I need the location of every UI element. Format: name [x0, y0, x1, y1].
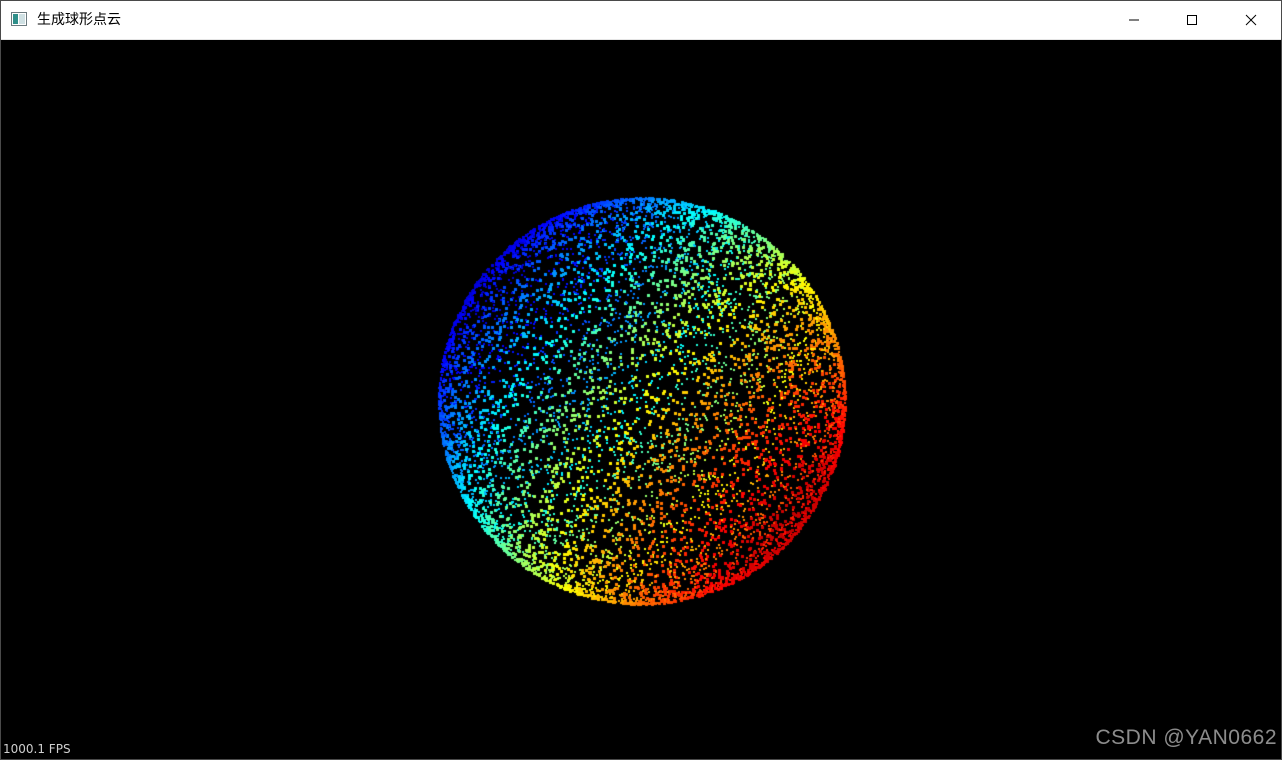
close-button[interactable] — [1222, 1, 1280, 39]
sphere-point-cloud — [1, 40, 1281, 759]
close-icon — [1245, 14, 1257, 26]
fps-counter: 1000.1 FPS — [3, 742, 71, 756]
minimize-icon — [1129, 19, 1139, 21]
render-viewport[interactable]: 1000.1 FPS CSDN @YAN0662 — [1, 40, 1281, 759]
maximize-icon — [1187, 15, 1197, 25]
watermark-text: CSDN @YAN0662 — [1095, 726, 1277, 749]
app-window-icon — [11, 12, 27, 26]
title-bar[interactable]: 生成球形点云 — [1, 1, 1281, 40]
app-window: 生成球形点云 1000.1 FPS CSDN @YAN0662 — [0, 0, 1282, 760]
minimize-button[interactable] — [1105, 1, 1163, 39]
maximize-button[interactable] — [1163, 1, 1221, 39]
window-title: 生成球形点云 — [37, 12, 121, 28]
